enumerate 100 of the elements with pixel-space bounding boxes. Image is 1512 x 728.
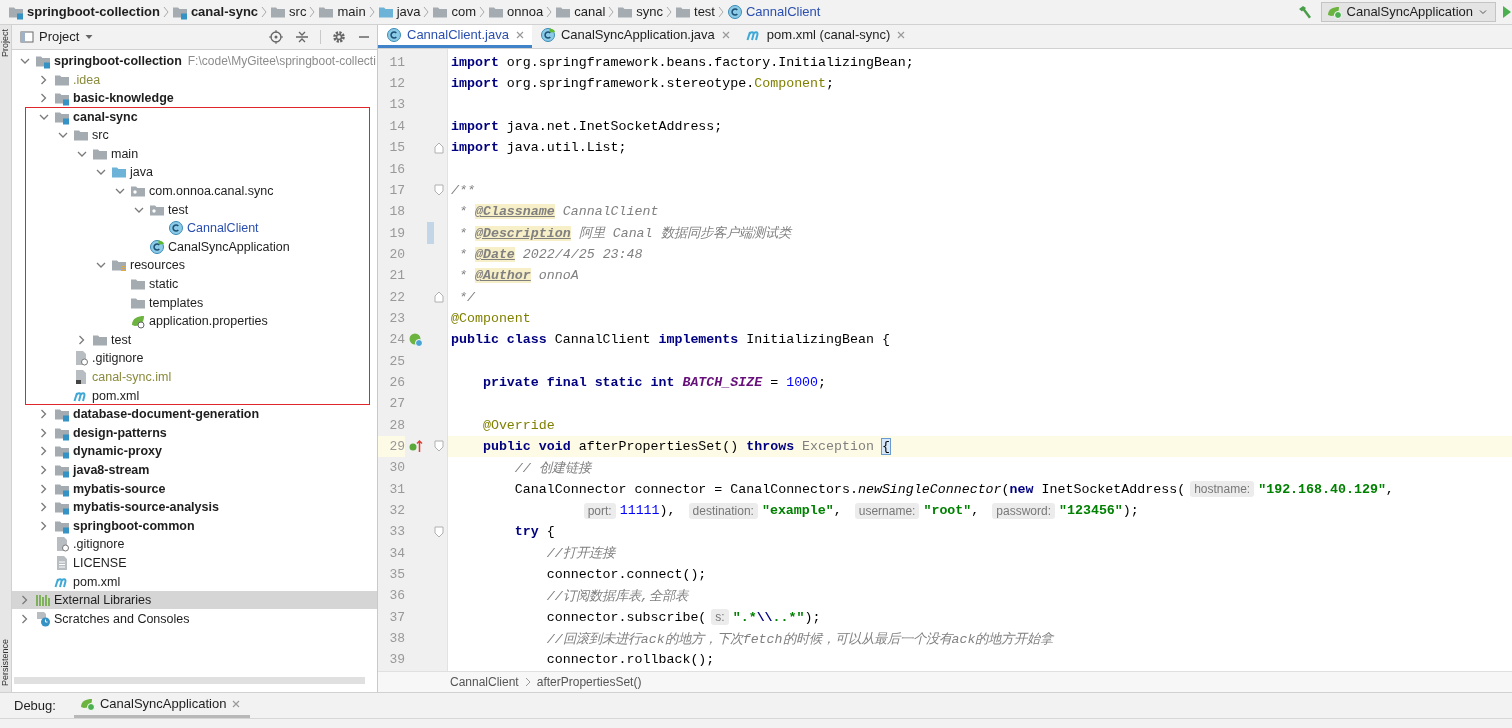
- tree-item[interactable]: static: [12, 274, 377, 294]
- line-number: 32: [388, 502, 405, 520]
- fold-marker-icon[interactable]: [434, 291, 444, 304]
- tree-item[interactable]: CannalClient: [12, 218, 377, 238]
- chevron-icon: [545, 4, 554, 19]
- implements-method-icon[interactable]: [408, 438, 424, 455]
- code-line: /**: [450, 181, 476, 200]
- chevron-icon: [308, 4, 317, 19]
- file-icon: [73, 350, 89, 367]
- file-icon: [73, 369, 89, 385]
- tree-item[interactable]: springboot-collection F:\code\MyGitee\springboot-collecti: [12, 51, 377, 71]
- tree-item[interactable]: src: [12, 126, 377, 145]
- spring-class-icon: [539, 26, 556, 43]
- breadcrumb-item[interactable]: main: [316, 3, 368, 20]
- tree-item[interactable]: com.onnoa.canal.sync: [12, 181, 377, 201]
- tree-item[interactable]: application.properties: [12, 311, 377, 331]
- run-config-dropdown[interactable]: CanalSyncApplication: [1320, 1, 1496, 22]
- tree-item[interactable]: templates: [12, 293, 377, 312]
- tool-window-tab[interactable]: Project: [0, 28, 11, 57]
- line-number: 27: [388, 395, 405, 414]
- code-line: // 创建链接: [513, 459, 593, 478]
- breadcrumb-item[interactable]: com: [430, 3, 479, 20]
- line-number: 15: [388, 139, 405, 158]
- breadcrumb-item[interactable]: springboot-collection: [6, 3, 162, 20]
- breadcrumb-item[interactable]: java: [375, 3, 423, 20]
- fold-marker-icon[interactable]: [434, 525, 444, 538]
- tree-item[interactable]: canal-sync: [12, 107, 377, 126]
- line-number: 31: [388, 480, 405, 499]
- leaf-icon: [130, 313, 146, 330]
- file-icon: [54, 536, 70, 553]
- breadcrumb-item[interactable]: canal-sync: [169, 3, 261, 20]
- tree-item[interactable]: dynamic-proxy: [12, 442, 377, 461]
- settings-icon[interactable]: [331, 28, 347, 45]
- editor-tab[interactable]: CanalSyncApplication.java: [531, 24, 738, 48]
- fold-marker-icon[interactable]: [434, 141, 444, 154]
- tree-item[interactable]: .gitignore: [12, 535, 377, 554]
- tree-item[interactable]: .idea: [12, 70, 377, 89]
- breadcrumb-item[interactable]: onnoa: [486, 3, 546, 20]
- code-line: connector.subscribe( s: ".*\\..*");: [545, 608, 822, 628]
- line-number: 12: [388, 75, 405, 94]
- run-icon[interactable]: [1502, 4, 1512, 19]
- code-line: try {: [513, 523, 556, 542]
- breadcrumb-item[interactable]: canal: [553, 3, 608, 20]
- tree-item[interactable]: test: [12, 330, 377, 350]
- code-line: port: 11111), destination: "example", username: "root", password: "123456");: [448, 499, 1512, 522]
- breadcrumb-item[interactable]: CannalClient: [450, 674, 519, 689]
- panel-label: Debug:: [14, 697, 56, 713]
- chevron-icon: [367, 4, 376, 19]
- tool-window-tab[interactable]: Persistence: [0, 638, 11, 686]
- change-marker[interactable]: [427, 222, 434, 244]
- scrollbar[interactable]: [14, 676, 365, 684]
- tree-item[interactable]: springboot-common: [12, 516, 377, 536]
- tree-item[interactable]: resources: [12, 256, 377, 275]
- tree-item[interactable]: pom.xml: [12, 386, 377, 405]
- line-number: 38: [388, 630, 405, 649]
- line-number: 21: [388, 267, 405, 286]
- locate-icon[interactable]: [268, 28, 284, 45]
- code-line: */: [457, 288, 476, 307]
- breadcrumb-item[interactable]: src: [268, 3, 309, 20]
- tree-item[interactable]: java: [12, 163, 377, 182]
- fold-marker-icon[interactable]: [434, 440, 444, 453]
- class-icon: [727, 3, 743, 20]
- tree-item[interactable]: External Libraries: [12, 590, 377, 610]
- code-line: * @Date 2022/4/25 23:48: [457, 245, 644, 264]
- breadcrumb-item[interactable]: test: [673, 3, 717, 20]
- code-line: //打开连接: [545, 545, 617, 564]
- line-number: 17: [388, 181, 405, 200]
- editor-tab[interactable]: pom.xml (canal-sync): [737, 24, 914, 48]
- tree-item[interactable]: java8-stream: [12, 460, 377, 480]
- tree-item[interactable]: test: [12, 200, 377, 219]
- view-selector[interactable]: Project: [20, 29, 95, 45]
- fold-marker-icon[interactable]: [434, 184, 444, 197]
- breadcrumb-item[interactable]: sync: [615, 3, 665, 20]
- panel-icon: [20, 29, 34, 44]
- tree-item[interactable]: mybatis-source-analysis: [12, 497, 377, 517]
- line-number: 34: [388, 544, 405, 563]
- text-file-icon: [54, 554, 70, 571]
- tree-item[interactable]: pom.xml: [12, 572, 377, 591]
- tree-item[interactable]: design-patterns: [12, 423, 377, 443]
- line-number: 29: [378, 435, 405, 458]
- tree-item[interactable]: mybatis-source: [12, 479, 377, 498]
- tree-item[interactable]: canal-sync.iml: [12, 367, 377, 387]
- chevron-icon: [665, 4, 673, 19]
- tree-item[interactable]: basic-knowledge: [12, 88, 377, 108]
- tree-item[interactable]: .gitignore: [12, 349, 377, 368]
- editor-tab[interactable]: CannalClient.java: [378, 24, 532, 48]
- code-line: CanalConnector connector = CanalConnectors.newSingleConnector(new InetSocketAddress( hostname: "192.168.40.129",: [513, 480, 1395, 500]
- spring-class-icon: [149, 238, 165, 255]
- breadcrumb-item[interactable]: afterPropertiesSet(): [536, 674, 642, 689]
- line-number: 39: [388, 651, 405, 670]
- tree-item[interactable]: Scratches and Consoles: [12, 609, 377, 628]
- code-line: import java.util.List;: [450, 139, 628, 158]
- bean-icon[interactable]: [408, 331, 424, 348]
- tree-item[interactable]: CanalSyncApplication: [12, 237, 377, 257]
- code-line: //订阅数据库表,全部表: [545, 587, 690, 606]
- breadcrumb-item[interactable]: CannalClient: [725, 3, 823, 20]
- line-number: 24: [388, 331, 405, 350]
- tree-item[interactable]: database-document-generation: [12, 404, 377, 424]
- tree-item[interactable]: LICENSE: [12, 553, 377, 573]
- tree-item[interactable]: main: [12, 144, 377, 164]
